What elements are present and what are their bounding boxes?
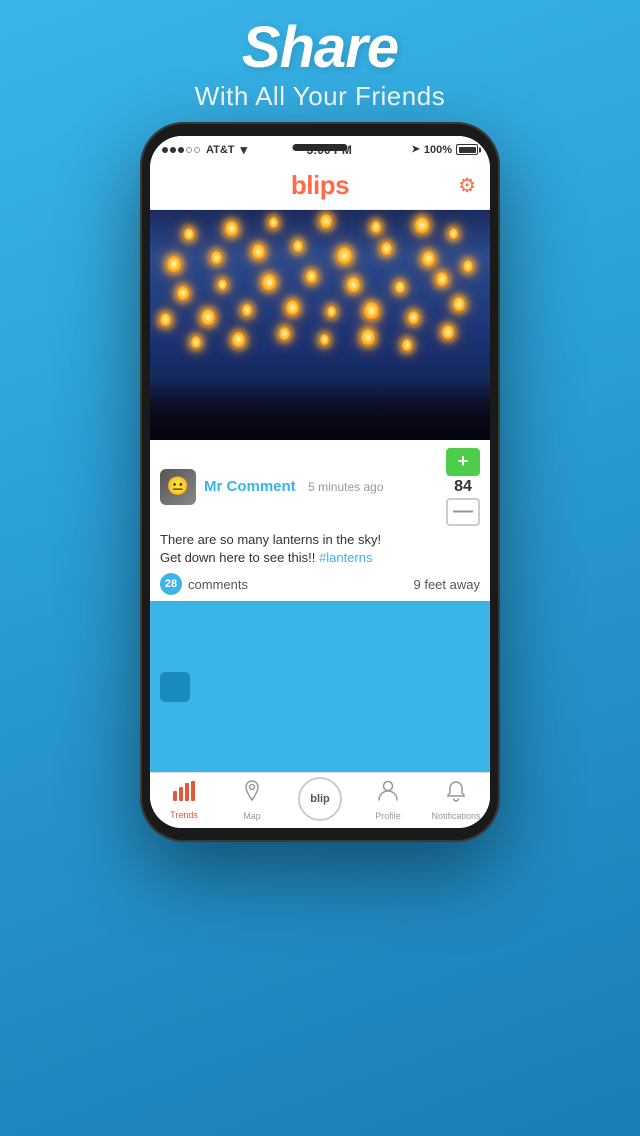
map-label: Map bbox=[243, 811, 261, 821]
trends-icon bbox=[173, 781, 195, 807]
vote-up-button[interactable]: + bbox=[446, 448, 480, 476]
blip-label: blip bbox=[310, 793, 330, 805]
post-meta: 28 comments 9 feet away bbox=[160, 573, 480, 595]
signal-dot-5 bbox=[194, 147, 200, 153]
comments-label: comments bbox=[188, 577, 248, 592]
phone-screen: AT&T ▾ 3:00 PM ➤ 100% blips ⚙ bbox=[150, 136, 490, 828]
next-post-preview bbox=[150, 601, 490, 772]
status-left: AT&T ▾ bbox=[162, 142, 247, 158]
notifications-icon bbox=[446, 780, 466, 808]
crowd-layer bbox=[150, 380, 490, 440]
comments-section[interactable]: 28 comments bbox=[160, 573, 248, 595]
location-arrow-icon: ➤ bbox=[411, 144, 419, 155]
vote-down-button[interactable]: — bbox=[446, 498, 480, 526]
signal-dot-4 bbox=[186, 147, 192, 153]
post-timestamp: 5 minutes ago bbox=[308, 480, 383, 494]
tab-blip[interactable]: blip bbox=[286, 773, 354, 828]
carrier-label: AT&T bbox=[206, 144, 235, 156]
main-post-image bbox=[150, 210, 490, 440]
signal-dot-1 bbox=[162, 147, 168, 153]
notifications-label: Notifications bbox=[431, 811, 480, 821]
signal-dot-3 bbox=[178, 147, 184, 153]
status-right: ➤ 100% bbox=[411, 144, 478, 156]
post-body: There are so many lanterns in the sky! G… bbox=[160, 531, 480, 567]
battery-fill bbox=[459, 147, 476, 153]
promo-title: Share bbox=[195, 18, 445, 79]
vote-count: 84 bbox=[454, 478, 472, 496]
post-distance: 9 feet away bbox=[414, 577, 481, 592]
tab-profile[interactable]: Profile bbox=[354, 773, 422, 828]
battery-percent: 100% bbox=[424, 144, 452, 156]
user-info: 😐 Mr Comment 5 minutes ago bbox=[160, 469, 384, 505]
next-post-avatar bbox=[160, 672, 190, 702]
app-header: blips ⚙ bbox=[150, 162, 490, 210]
comments-count: 28 bbox=[160, 573, 182, 595]
phone-shell: AT&T ▾ 3:00 PM ➤ 100% blips ⚙ bbox=[140, 122, 500, 842]
vote-section: + 84 — bbox=[446, 448, 480, 526]
app-logo: blips bbox=[291, 170, 349, 201]
promo-header: Share With All Your Friends bbox=[195, 0, 445, 112]
post-text-line1: There are so many lanterns in the sky! bbox=[160, 532, 381, 547]
tab-map[interactable]: Map bbox=[218, 773, 286, 828]
settings-icon[interactable]: ⚙ bbox=[458, 173, 476, 198]
trends-label: Trends bbox=[170, 810, 198, 820]
blip-button[interactable]: blip bbox=[298, 777, 342, 821]
profile-icon bbox=[378, 780, 398, 808]
promo-subtitle: With All Your Friends bbox=[195, 81, 445, 112]
wifi-icon: ▾ bbox=[241, 142, 248, 158]
signal-dot-2 bbox=[170, 147, 176, 153]
avatar: 😐 bbox=[160, 469, 196, 505]
post-info: 😐 Mr Comment 5 minutes ago + 84 — There … bbox=[150, 440, 490, 601]
post-hashtag: #lanterns bbox=[319, 550, 372, 565]
status-bar: AT&T ▾ 3:00 PM ➤ 100% bbox=[150, 136, 490, 162]
signal-dots bbox=[162, 147, 200, 153]
tab-notifications[interactable]: Notifications bbox=[422, 773, 490, 828]
username-block: Mr Comment 5 minutes ago bbox=[204, 478, 384, 496]
username: Mr Comment bbox=[204, 478, 296, 495]
profile-label: Profile bbox=[375, 811, 401, 821]
post-user-row: 😐 Mr Comment 5 minutes ago + 84 — bbox=[160, 448, 480, 526]
tab-trends[interactable]: Trends bbox=[150, 773, 218, 828]
tab-bar: Trends Map blip bbox=[150, 772, 490, 828]
map-icon bbox=[242, 780, 262, 808]
battery-bar bbox=[456, 144, 478, 155]
status-time: 3:00 PM bbox=[307, 143, 352, 157]
post-text-line2-prefix: Get down here to see this!! bbox=[160, 550, 319, 565]
